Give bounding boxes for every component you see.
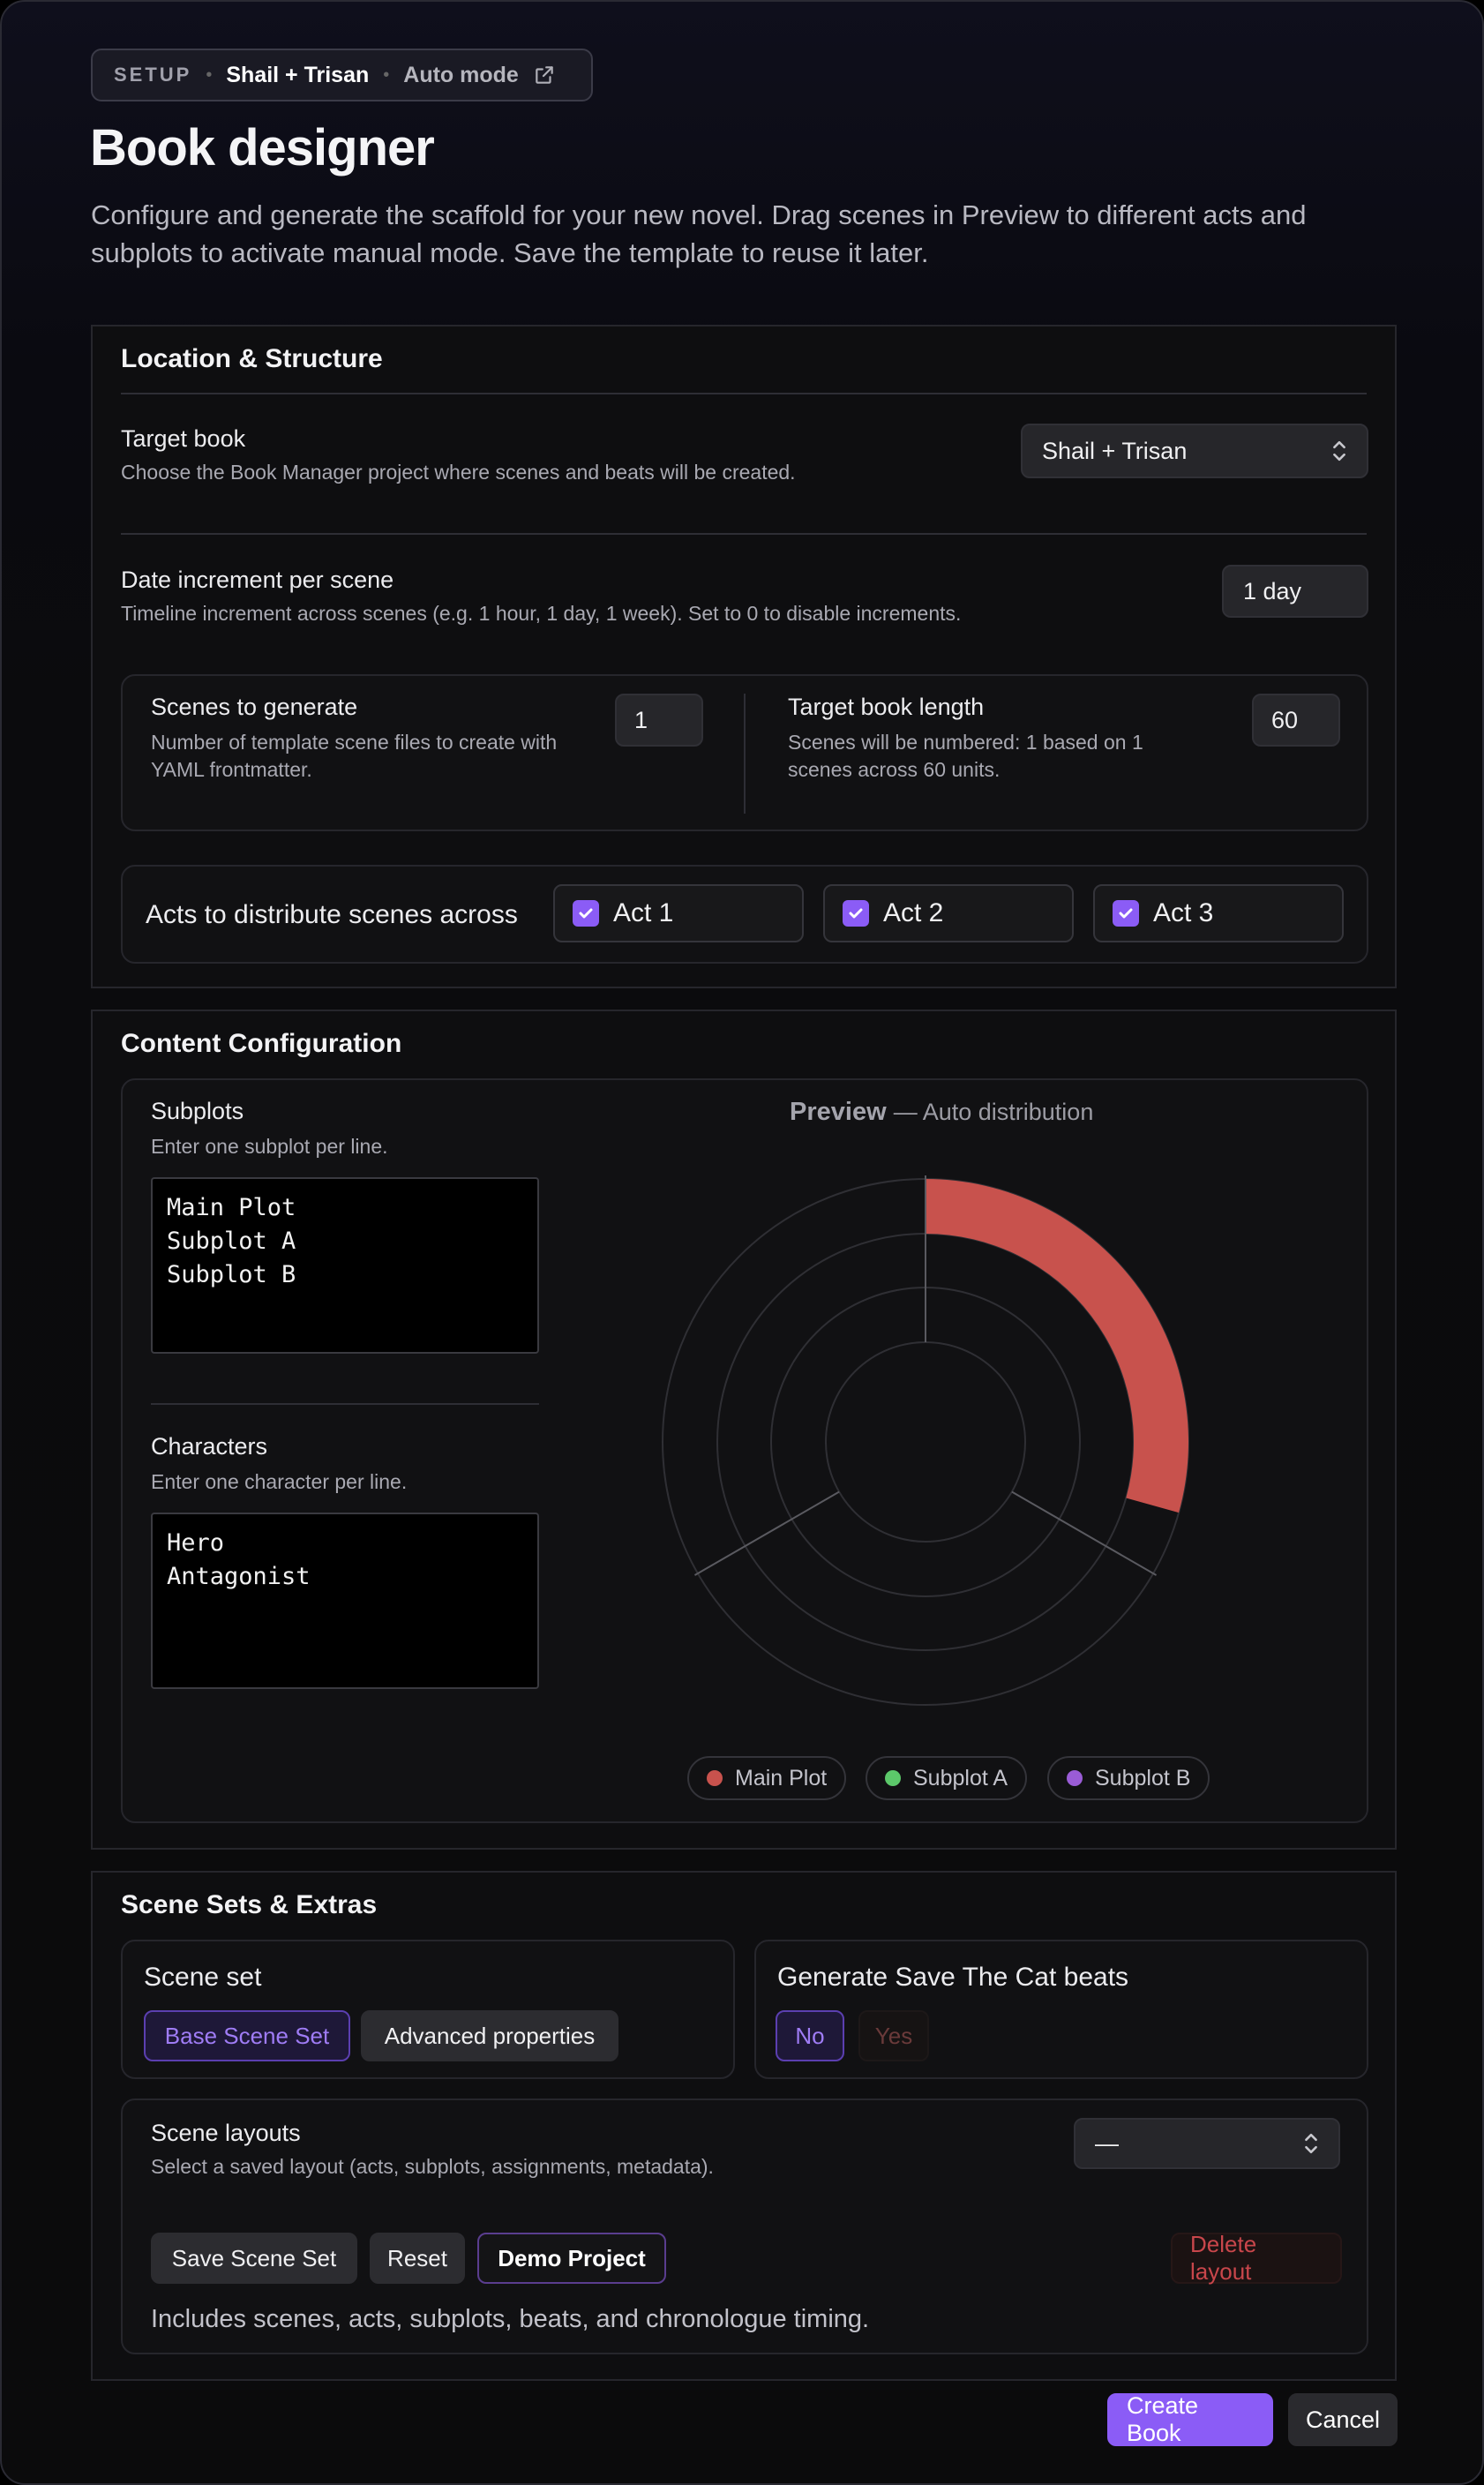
subplots-label: Subplots (151, 1098, 244, 1124)
divider (121, 533, 1367, 535)
acts-card: Acts to distribute scenes across Act 1 A… (121, 865, 1368, 964)
target-length-help: Scenes will be numbered: 1 based on 1 sc… (788, 731, 1143, 781)
beats-label: Generate Save The Cat beats (777, 1963, 1129, 1992)
vertical-divider (744, 694, 746, 814)
scene-layouts-label: Scene layouts (151, 2120, 301, 2146)
create-book-button[interactable]: Create Book (1107, 2392, 1273, 2446)
subplots-textarea[interactable] (151, 1177, 539, 1354)
scene-arc[interactable] (926, 1179, 1188, 1513)
scene-set-label: Scene set (144, 1963, 262, 1992)
checkbox-checked-icon (843, 900, 869, 927)
characters-help: Enter one character per line. (151, 1470, 408, 1493)
target-length-label: Target book length (788, 694, 985, 720)
divider (151, 1403, 539, 1405)
beats-card: Generate Save The Cat beats No Yes (754, 1940, 1368, 2079)
legend-main-plot[interactable]: Main Plot (687, 1756, 847, 1800)
characters-label: Characters (151, 1433, 268, 1460)
location-structure-section: Location & Structure Target book Choose … (91, 325, 1397, 988)
advanced-properties-option[interactable]: Advanced properties (361, 2010, 618, 2061)
scene-set-card: Scene set Base Scene Set Advanced proper… (121, 1940, 735, 2079)
content-configuration-section: Content Configuration Subplots Enter one… (91, 1010, 1397, 1850)
beats-yes-option[interactable]: Yes (858, 2010, 929, 2061)
demo-project-button[interactable]: Demo Project (477, 2233, 666, 2284)
checkbox-checked-icon (573, 900, 599, 927)
chevron-updown-icon (1333, 440, 1345, 462)
section-title: Scene Sets & Extras (121, 1890, 378, 1919)
target-book-value: Shail + Trisan (1042, 437, 1188, 464)
date-increment-label: Date increment per scene (121, 567, 394, 593)
act-1-checkbox[interactable]: Act 1 (553, 884, 804, 942)
scene-layouts-card: Scene layouts Select a saved layout (act… (121, 2098, 1368, 2354)
legend-swatch (885, 1770, 901, 1786)
legend-label: Main Plot (735, 1765, 828, 1791)
date-increment-input[interactable]: 1 day (1222, 565, 1368, 618)
divider (121, 393, 1367, 394)
content-card: Subplots Enter one subplot per line. Cha… (121, 1078, 1368, 1823)
separator-dot: • (383, 64, 390, 85)
reset-button[interactable]: Reset (370, 2233, 465, 2284)
act-label: Act 2 (883, 898, 944, 927)
preview-mode: — Auto distribution (893, 1099, 1094, 1125)
cancel-button[interactable]: Cancel (1288, 2393, 1398, 2446)
act-label: Act 3 (1153, 898, 1214, 927)
beats-no-option[interactable]: No (776, 2010, 844, 2061)
book-designer-modal: SETUP • Shail + Trisan • Auto mode Book … (0, 0, 1484, 2485)
section-title: Location & Structure (121, 344, 383, 373)
save-scene-set-button[interactable]: Save Scene Set (151, 2233, 357, 2284)
legend-label: Subplot B (1095, 1765, 1191, 1791)
target-book-help: Choose the Book Manager project where sc… (121, 461, 796, 484)
target-book-label: Target book (121, 425, 246, 452)
act-3-checkbox[interactable]: Act 3 (1093, 884, 1344, 942)
scene-layouts-help: Select a saved layout (acts, subplots, a… (151, 2155, 714, 2178)
characters-textarea[interactable] (151, 1513, 539, 1689)
legend-label: Subplot A (913, 1765, 1008, 1791)
act-divider-line (693, 1490, 840, 1576)
act-divider-line (1011, 1490, 1158, 1576)
target-length-input[interactable]: 60 (1252, 694, 1340, 747)
scenes-length-card: Scenes to generate Number of template sc… (121, 674, 1368, 831)
scene-sets-section: Scene Sets & Extras Scene set Base Scene… (91, 1871, 1397, 2381)
separator-dot: • (206, 64, 213, 85)
layouts-note: Includes scenes, acts, subplots, beats, … (151, 2305, 870, 2333)
legend-subplot-a[interactable]: Subplot A (866, 1756, 1028, 1800)
preview-header: Preview — Auto distribution (790, 1098, 1093, 1127)
setup-badge: SETUP • Shail + Trisan • Auto mode (91, 49, 593, 101)
section-title: Content Configuration (121, 1029, 402, 1058)
date-increment-help: Timeline increment across scenes (e.g. 1… (121, 602, 962, 625)
badge-book-name: Shail + Trisan (226, 62, 370, 87)
delete-layout-button[interactable]: Delete layout (1171, 2231, 1342, 2285)
scenes-to-generate-help: Number of template scene files to create… (151, 731, 558, 781)
page-description: Configure and generate the scaffold for … (91, 199, 1307, 268)
act-2-checkbox[interactable]: Act 2 (823, 884, 1074, 942)
ring-circle (825, 1341, 1026, 1543)
scene-layouts-value: — (1095, 2129, 1119, 2157)
preview-title: Preview (790, 1098, 887, 1126)
subplots-help: Enter one subplot per line. (151, 1135, 388, 1158)
base-scene-set-option[interactable]: Base Scene Set (144, 2010, 350, 2061)
page-title: Book designer (90, 119, 435, 176)
external-link-icon[interactable] (533, 64, 556, 86)
act-label: Act 1 (613, 898, 674, 927)
radial-preview-chart[interactable] (643, 1160, 1208, 1724)
setup-label: SETUP (114, 64, 192, 86)
scenes-to-generate-input[interactable]: 1 (615, 694, 703, 747)
badge-mode: Auto mode (403, 62, 519, 87)
legend-swatch (707, 1770, 723, 1786)
scenes-to-generate-label: Scenes to generate (151, 694, 358, 720)
chevron-updown-icon (1305, 2133, 1317, 2154)
checkbox-checked-icon (1113, 900, 1139, 927)
scene-layouts-select[interactable]: — (1074, 2118, 1340, 2169)
acts-label: Acts to distribute scenes across (146, 900, 518, 929)
target-book-select[interactable]: Shail + Trisan (1021, 424, 1368, 478)
legend-subplot-b[interactable]: Subplot B (1047, 1756, 1210, 1800)
legend-swatch (1067, 1770, 1083, 1786)
